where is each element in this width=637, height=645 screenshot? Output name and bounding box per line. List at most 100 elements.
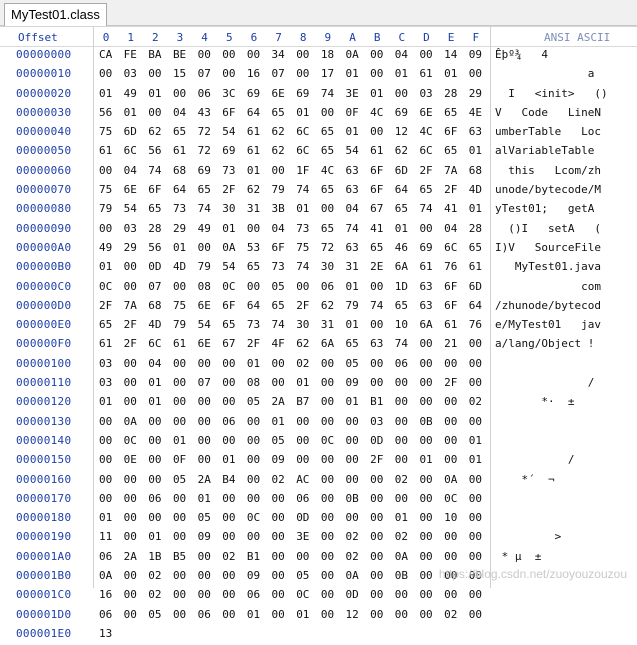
hex-byte[interactable]: 02 [296, 357, 316, 370]
hex-byte[interactable]: 00 [296, 67, 316, 80]
hex-byte[interactable]: 01 [346, 395, 366, 408]
hex-byte[interactable]: 2E [370, 260, 390, 273]
hex-byte[interactable]: 01 [395, 222, 415, 235]
hex-byte[interactable]: 63 [419, 299, 439, 312]
hex-byte[interactable]: 00 [444, 415, 464, 428]
hex-byte[interactable]: 00 [222, 67, 242, 80]
hex-byte[interactable]: 76 [444, 260, 464, 273]
hex-byte[interactable]: 00 [124, 511, 144, 524]
hex-byte[interactable]: 01 [395, 67, 415, 80]
hex-byte[interactable]: 64 [173, 183, 193, 196]
hex-byte[interactable]: 73 [272, 260, 292, 273]
hex-byte[interactable]: 06 [99, 608, 119, 621]
hex-byte[interactable]: 54 [346, 144, 366, 157]
hex-row[interactable]: 00000030 56 01 00 04 43 6F 64 65 01 00 0F 4C 69 6E 65 4E… [0, 105, 637, 124]
hex-byte[interactable]: 00 [124, 588, 144, 601]
hex-byte[interactable]: 65 [469, 241, 489, 254]
hex-byte[interactable]: 06 [247, 588, 267, 601]
hex-byte[interactable]: 0B [346, 492, 366, 505]
hex-byte[interactable]: 00 [173, 569, 193, 582]
hex-byte[interactable]: 0D [148, 260, 168, 273]
hex-byte[interactable]: 03 [99, 376, 119, 389]
hex-byte[interactable]: 62 [321, 299, 341, 312]
hex-byte[interactable]: 05 [296, 569, 316, 582]
hex-byte[interactable]: 79 [99, 202, 119, 215]
hex-byte[interactable]: 00 [124, 492, 144, 505]
hex-byte[interactable]: 65 [321, 144, 341, 157]
hex-byte[interactable]: 28 [148, 222, 168, 235]
hex-byte[interactable]: 00 [321, 202, 341, 215]
hex-byte[interactable]: 54 [222, 125, 242, 138]
hex-byte[interactable]: 00 [99, 473, 119, 486]
hex-byte[interactable]: 0C [99, 280, 119, 293]
hex-byte[interactable]: 00 [469, 511, 489, 524]
hex-byte[interactable]: 00 [296, 434, 316, 447]
hex-byte[interactable]: 00 [99, 434, 119, 447]
hex-byte[interactable]: 00 [247, 473, 267, 486]
hex-byte[interactable]: 6F [370, 183, 390, 196]
hex-byte[interactable]: 3B [272, 202, 292, 215]
hex-byte[interactable]: 00 [370, 608, 390, 621]
hex-byte[interactable]: 09 [469, 48, 489, 61]
hex-byte[interactable]: 68 [173, 164, 193, 177]
hex-byte[interactable]: 0A [346, 569, 366, 582]
hex-row[interactable]: 00000070 75 6E 6F 64 65 2F 62 79 74 65 63 6F 64 65 2F 4D… [0, 182, 637, 201]
hex-byte[interactable]: 00 [173, 530, 193, 543]
hex-byte[interactable]: 30 [222, 202, 242, 215]
hex-row[interactable]: 00000160 00 00 00 05 2A B4 00 02 AC 00 00 00 02 00 0A 00… [0, 472, 637, 491]
hex-byte[interactable]: 65 [222, 318, 242, 331]
hex-byte[interactable]: 03 [419, 87, 439, 100]
hex-byte[interactable]: 05 [247, 395, 267, 408]
hex-byte[interactable]: 72 [321, 241, 341, 254]
hex-byte[interactable]: 01 [346, 67, 366, 80]
hex-byte[interactable]: 00 [173, 608, 193, 621]
hex-byte[interactable]: 00 [321, 530, 341, 543]
hex-byte[interactable]: 00 [198, 569, 218, 582]
hex-byte[interactable]: 01 [173, 434, 193, 447]
hex-byte[interactable]: 00 [222, 434, 242, 447]
hex-byte[interactable]: 00 [272, 376, 292, 389]
hex-byte[interactable]: 00 [469, 376, 489, 389]
hex-row[interactable]: 00000120 01 00 01 00 00 00 05 2A B7 00 01 B1 00 00 00 02… [0, 394, 637, 413]
hex-byte[interactable]: 00 [395, 588, 415, 601]
hex-byte[interactable]: 03 [370, 415, 390, 428]
hex-byte[interactable]: 00 [148, 67, 168, 80]
hex-byte[interactable]: 00 [222, 530, 242, 543]
hex-byte[interactable]: 00 [469, 473, 489, 486]
row-ascii[interactable]: I <init> () [495, 87, 635, 100]
hex-byte[interactable]: 6C [419, 144, 439, 157]
hex-byte[interactable]: 00 [370, 376, 390, 389]
row-ascii[interactable]: this Lcom/zh [495, 164, 635, 177]
hex-byte[interactable]: 74 [198, 202, 218, 215]
hex-byte[interactable]: 00 [419, 588, 439, 601]
hex-byte[interactable]: 00 [247, 492, 267, 505]
hex-byte[interactable]: 06 [321, 280, 341, 293]
hex-byte[interactable]: 00 [148, 453, 168, 466]
hex-byte[interactable]: 61 [370, 144, 390, 157]
hex-byte[interactable]: 61 [173, 337, 193, 350]
hex-byte[interactable]: 69 [198, 164, 218, 177]
hex-byte[interactable]: 01 [272, 415, 292, 428]
hex-byte[interactable]: 00 [173, 492, 193, 505]
hex-byte[interactable]: 65 [395, 202, 415, 215]
hex-byte[interactable]: 05 [173, 473, 193, 486]
hex-row[interactable]: 00000130 00 0A 00 00 00 06 00 01 00 00 00 03 00 0B 00 00 [0, 414, 637, 433]
hex-byte[interactable]: 00 [469, 588, 489, 601]
hex-row[interactable]: 00000140 00 0C 00 01 00 00 00 05 00 0C 00 0D 00 00 00 01 [0, 433, 637, 452]
hex-byte[interactable]: 69 [222, 144, 242, 157]
hex-byte[interactable]: 00 [124, 608, 144, 621]
hex-byte[interactable]: 00 [395, 492, 415, 505]
hex-byte[interactable]: 6D [469, 280, 489, 293]
hex-byte[interactable]: 29 [469, 87, 489, 100]
row-ascii[interactable]: a [495, 67, 635, 80]
hex-byte[interactable]: 1B [148, 550, 168, 563]
hex-row[interactable]: 00000090 00 03 28 29 49 01 00 04 73 65 74 41 01 00 04 28… [0, 221, 637, 240]
hex-byte[interactable]: 6C [148, 337, 168, 350]
hex-byte[interactable]: 65 [395, 299, 415, 312]
hex-byte[interactable]: 00 [419, 222, 439, 235]
hex-byte[interactable]: 6F [272, 241, 292, 254]
hex-byte[interactable]: 00 [296, 48, 316, 61]
hex-byte[interactable]: 75 [99, 125, 119, 138]
hex-byte[interactable]: 01 [247, 357, 267, 370]
hex-byte[interactable]: 68 [469, 164, 489, 177]
